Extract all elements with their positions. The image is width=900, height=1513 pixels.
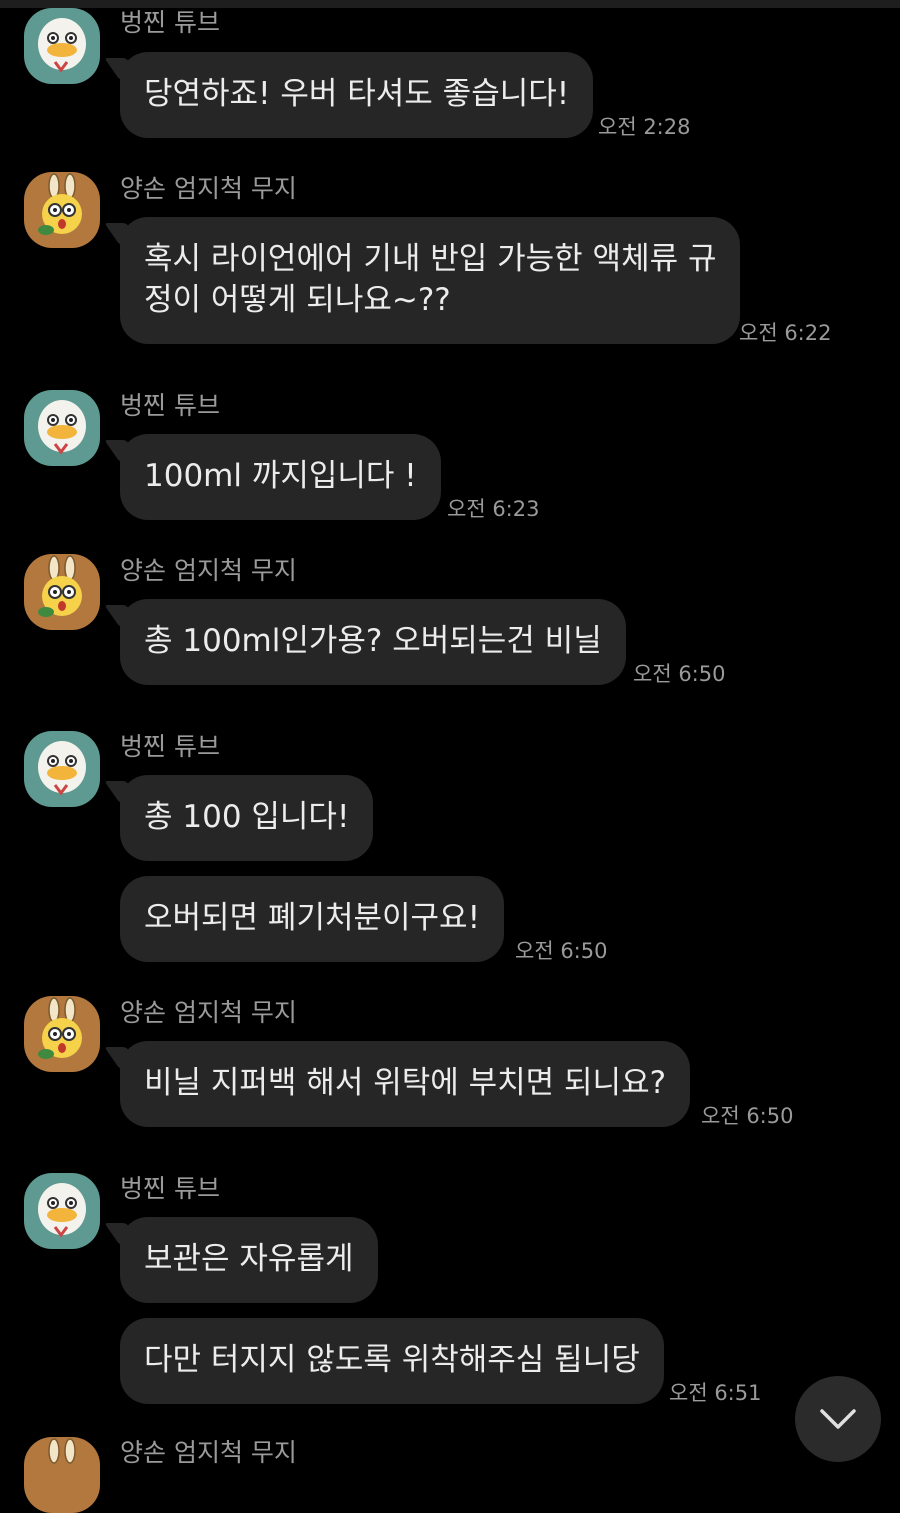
sender-name: 양손 엄지척 무지 [120,998,297,1027]
muzi-rabbit-icon [48,1438,76,1464]
message-text-line: 정이 어떻게 되나요~?? [144,282,451,318]
muzi-avatar[interactable] [24,1437,100,1513]
muzi-avatar[interactable] [24,172,100,248]
message-text: 다만 터지지 않도록 위착해주심 됩니당 [144,1342,640,1378]
message-time: 오전 6:51 [669,1381,762,1405]
tube-avatar[interactable] [24,731,100,807]
status-bar-strip [0,0,900,8]
sender-name: 벙찐 튜브 [120,391,220,420]
message-time: 오전 2:28 [598,115,691,139]
message-bubble[interactable]: 100ml 까지입니다 ! [120,434,441,520]
message-bubble[interactable]: 총 100 입니다! [120,775,374,861]
sender-name: 벙찐 튜브 [120,1174,220,1203]
tube-avatar[interactable] [24,390,100,466]
message-text: 총 100 입니다! [144,799,350,835]
muzi-avatar[interactable] [24,554,100,630]
message-time: 오전 6:50 [633,662,726,686]
message-time: 오전 6:22 [739,321,832,345]
message-text-line: 혹시 라이언에어 기내 반입 가능한 액체류 규 [144,241,717,277]
message-bubble[interactable]: 총 100ml인가용? 오버되는건 비닐 [120,599,626,685]
sender-name: 양손 엄지척 무지 [120,174,297,203]
muzi-rabbit-icon [38,555,82,617]
message-text: 당연하죠! 우버 타셔도 좋습니다! [144,76,570,112]
muzi-rabbit-icon [38,173,82,235]
sender-name: 양손 엄지척 무지 [120,556,297,585]
sender-name: 벙찐 튜브 [120,732,220,761]
scroll-to-bottom-button[interactable] [795,1376,881,1462]
sender-name: 양손 엄지척 무지 [120,1438,297,1467]
chevron-down-icon [820,1409,856,1429]
muzi-rabbit-icon [38,997,82,1059]
message-bubble[interactable]: 혹시 라이언에어 기내 반입 가능한 액체류 규 정이 어떻게 되나요~?? [120,217,741,344]
message-text: 오버되면 폐기처분이구요! [144,900,481,936]
message-bubble[interactable]: 보관은 자유롭게 [120,1217,378,1303]
tube-avatar[interactable] [24,1173,100,1249]
muzi-avatar[interactable] [24,996,100,1072]
message-time: 오전 6:23 [447,497,540,521]
tube-avatar[interactable] [24,8,100,84]
message-bubble[interactable]: 오버되면 폐기처분이구요! [120,876,505,962]
message-bubble[interactable]: 당연하죠! 우버 타셔도 좋습니다! [120,52,594,138]
message-time: 오전 6:50 [515,939,608,963]
message-bubble[interactable]: 다만 터지지 않도록 위착해주심 됩니당 [120,1318,664,1404]
message-time: 오전 6:50 [701,1104,794,1128]
tube-duck-icon [38,400,86,455]
tube-duck-icon [38,1183,86,1238]
message-bubble[interactable]: 비닐 지퍼백 해서 위탁에 부치면 되니요? [120,1041,691,1127]
tube-duck-icon [38,741,86,796]
message-text: 100ml 까지입니다 ! [144,458,417,494]
sender-name: 벙찐 튜브 [120,8,220,37]
message-text: 총 100ml인가용? 오버되는건 비닐 [144,623,602,659]
message-text: 보관은 자유롭게 [144,1241,354,1277]
tube-duck-icon [38,18,86,73]
message-text: 비닐 지퍼백 해서 위탁에 부치면 되니요? [144,1065,667,1101]
